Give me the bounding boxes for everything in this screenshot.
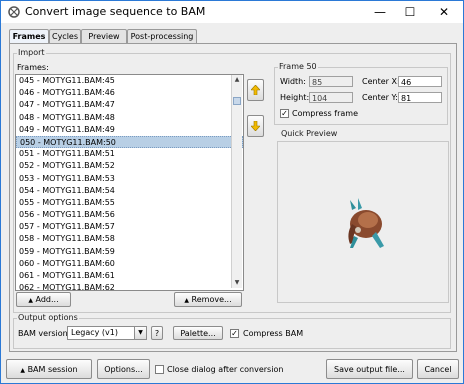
save-output-button[interactable]: Save output file... <box>326 359 413 379</box>
frame-list-item[interactable]: 056 - MOTYG11.BAM:56 <box>16 209 243 221</box>
title-bar: Convert image sequence to BAM — ☐ ✕ <box>1 1 463 23</box>
scroll-thumb[interactable] <box>233 97 241 105</box>
width-value: 85 <box>309 76 353 87</box>
palette-button[interactable]: Palette... <box>173 326 223 340</box>
dialog-window: Convert image sequence to BAM — ☐ ✕ Fram… <box>0 0 464 384</box>
quick-preview-title: Quick Preview <box>280 129 339 138</box>
remove-frames-label: Remove... <box>191 295 232 304</box>
tab-preview[interactable]: Preview <box>81 29 127 43</box>
height-label: Height: <box>280 93 310 102</box>
tab-cycles[interactable]: Cycles <box>49 29 81 43</box>
cancel-button[interactable]: Cancel <box>417 359 459 379</box>
center-y-label: Center Y: <box>362 93 398 102</box>
tab-post-processing[interactable]: Post-processing <box>127 29 197 43</box>
frame-list-item[interactable]: 062 - MOTYG11.BAM:62 <box>16 282 243 290</box>
frame-list-item[interactable]: 048 - MOTYG11.BAM:48 <box>16 112 243 124</box>
bam-version-help-button[interactable]: ? <box>151 326 163 340</box>
height-value: 104 <box>309 92 353 103</box>
move-up-button[interactable] <box>247 79 264 101</box>
frame-list-item[interactable]: 050 - MOTYG11.BAM:50 <box>16 135 243 149</box>
import-group-title: Import <box>17 48 46 57</box>
frame-info-title: Frame 50 <box>278 62 318 71</box>
frame-list-item[interactable]: 047 - MOTYG11.BAM:47 <box>16 99 243 111</box>
frames-list[interactable]: 045 - MOTYG11.BAM:45 046 - MOTYG11.BAM:46… <box>15 74 244 291</box>
frame-list-item[interactable]: 049 - MOTYG11.BAM:49 <box>16 124 243 136</box>
arrow-up-icon <box>250 84 261 96</box>
frame-list-item[interactable]: 052 - MOTYG11.BAM:52 <box>16 160 243 172</box>
frame-list-item[interactable]: 054 - MOTYG11.BAM:54 <box>16 185 243 197</box>
frame-list-item[interactable]: 051 - MOTYG11.BAM:51 <box>16 148 243 160</box>
bam-version-value: Legacy (v1) <box>71 328 118 337</box>
window-title: Convert image sequence to BAM <box>25 5 206 18</box>
tab-frames[interactable]: Frames <box>9 29 49 44</box>
frame-list-item[interactable]: 046 - MOTYG11.BAM:46 <box>16 87 243 99</box>
remove-frames-button[interactable]: ▲ Remove... <box>174 292 242 307</box>
quick-preview-group <box>277 141 449 303</box>
frame-list-item[interactable]: 055 - MOTYG11.BAM:55 <box>16 197 243 209</box>
chevron-up-icon: ▲ <box>28 297 33 304</box>
app-icon <box>8 6 20 18</box>
bam-version-label: BAM version: <box>18 329 71 338</box>
close-after-conversion-checkbox[interactable] <box>155 365 164 374</box>
frame-list-item[interactable]: 061 - MOTYG11.BAM:61 <box>16 270 243 282</box>
scroll-down-arrow-icon[interactable]: ▼ <box>232 278 242 288</box>
minimize-button[interactable]: — <box>365 1 395 23</box>
compress-bam-label: Compress BAM <box>243 329 304 338</box>
chevron-down-icon: ▲ <box>184 297 189 304</box>
frame-list-item[interactable]: 053 - MOTYG11.BAM:53 <box>16 173 243 185</box>
center-x-input[interactable]: 46 <box>398 76 442 87</box>
output-options-title: Output options <box>17 313 79 322</box>
compress-frame-checkbox[interactable]: ✓ <box>280 109 289 118</box>
width-label: Width: <box>280 77 306 86</box>
chevron-up-icon: ▲ <box>20 367 26 374</box>
frame-list-item[interactable]: 059 - MOTYG11.BAM:59 <box>16 246 243 258</box>
bam-session-label: BAM session <box>27 365 78 374</box>
arrow-down-icon <box>250 120 261 132</box>
compress-bam-checkbox[interactable]: ✓ <box>230 329 239 338</box>
creature-sprite-preview <box>348 198 384 248</box>
move-down-button[interactable] <box>247 115 264 137</box>
frame-list-item[interactable]: 045 - MOTYG11.BAM:45 <box>16 75 243 87</box>
maximize-button[interactable]: ☐ <box>395 1 425 23</box>
add-frames-button[interactable]: ▲ Add... <box>16 292 71 307</box>
bam-session-button[interactable]: ▲ BAM session <box>6 359 92 379</box>
compress-frame-label: Compress frame <box>292 109 358 118</box>
frame-list-item[interactable]: 058 - MOTYG11.BAM:58 <box>16 233 243 245</box>
frame-list-item[interactable]: 057 - MOTYG11.BAM:57 <box>16 221 243 233</box>
dropdown-arrow-icon: ▼ <box>134 327 146 339</box>
bam-version-select[interactable]: Legacy (v1) ▼ <box>67 326 147 340</box>
scroll-up-arrow-icon[interactable]: ▲ <box>232 75 242 85</box>
frames-label: Frames: <box>17 63 49 72</box>
center-x-label: Center X: <box>362 77 400 86</box>
close-button[interactable]: ✕ <box>429 1 459 23</box>
frames-list-scrollbar[interactable]: ▲ ▼ <box>231 75 242 288</box>
add-frames-label: Add... <box>35 295 59 304</box>
center-y-input[interactable]: 81 <box>398 92 442 103</box>
frame-list-item[interactable]: 060 - MOTYG11.BAM:60 <box>16 258 243 270</box>
close-after-conversion-label: Close dialog after conversion <box>167 365 284 374</box>
options-button[interactable]: Options... <box>97 359 150 379</box>
